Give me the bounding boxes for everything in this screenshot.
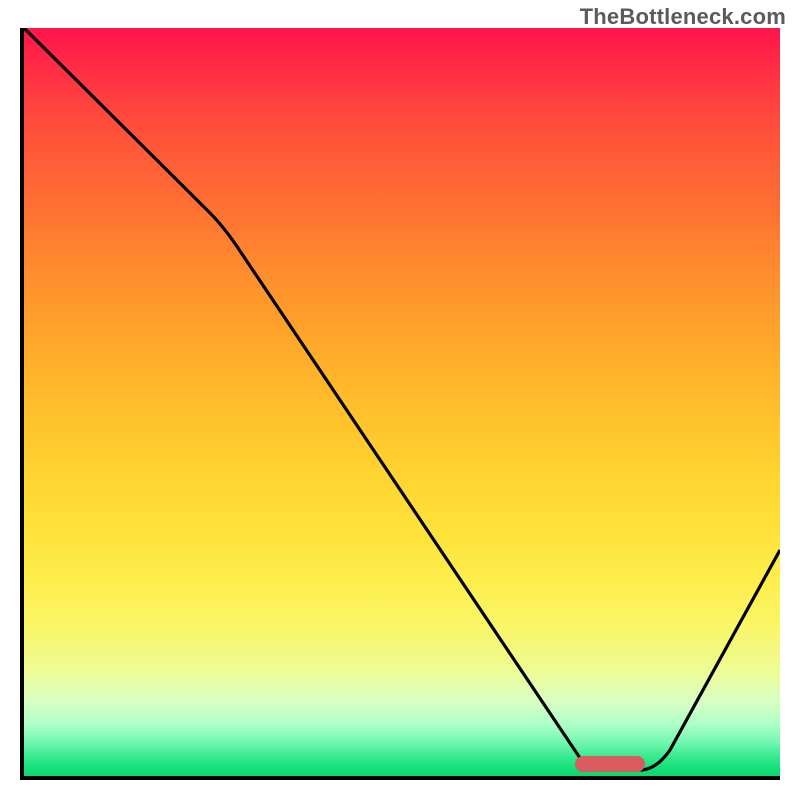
chart-container: TheBottleneck.com xyxy=(0,0,800,800)
axes xyxy=(20,28,780,780)
watermark-text: TheBottleneck.com xyxy=(580,4,786,30)
